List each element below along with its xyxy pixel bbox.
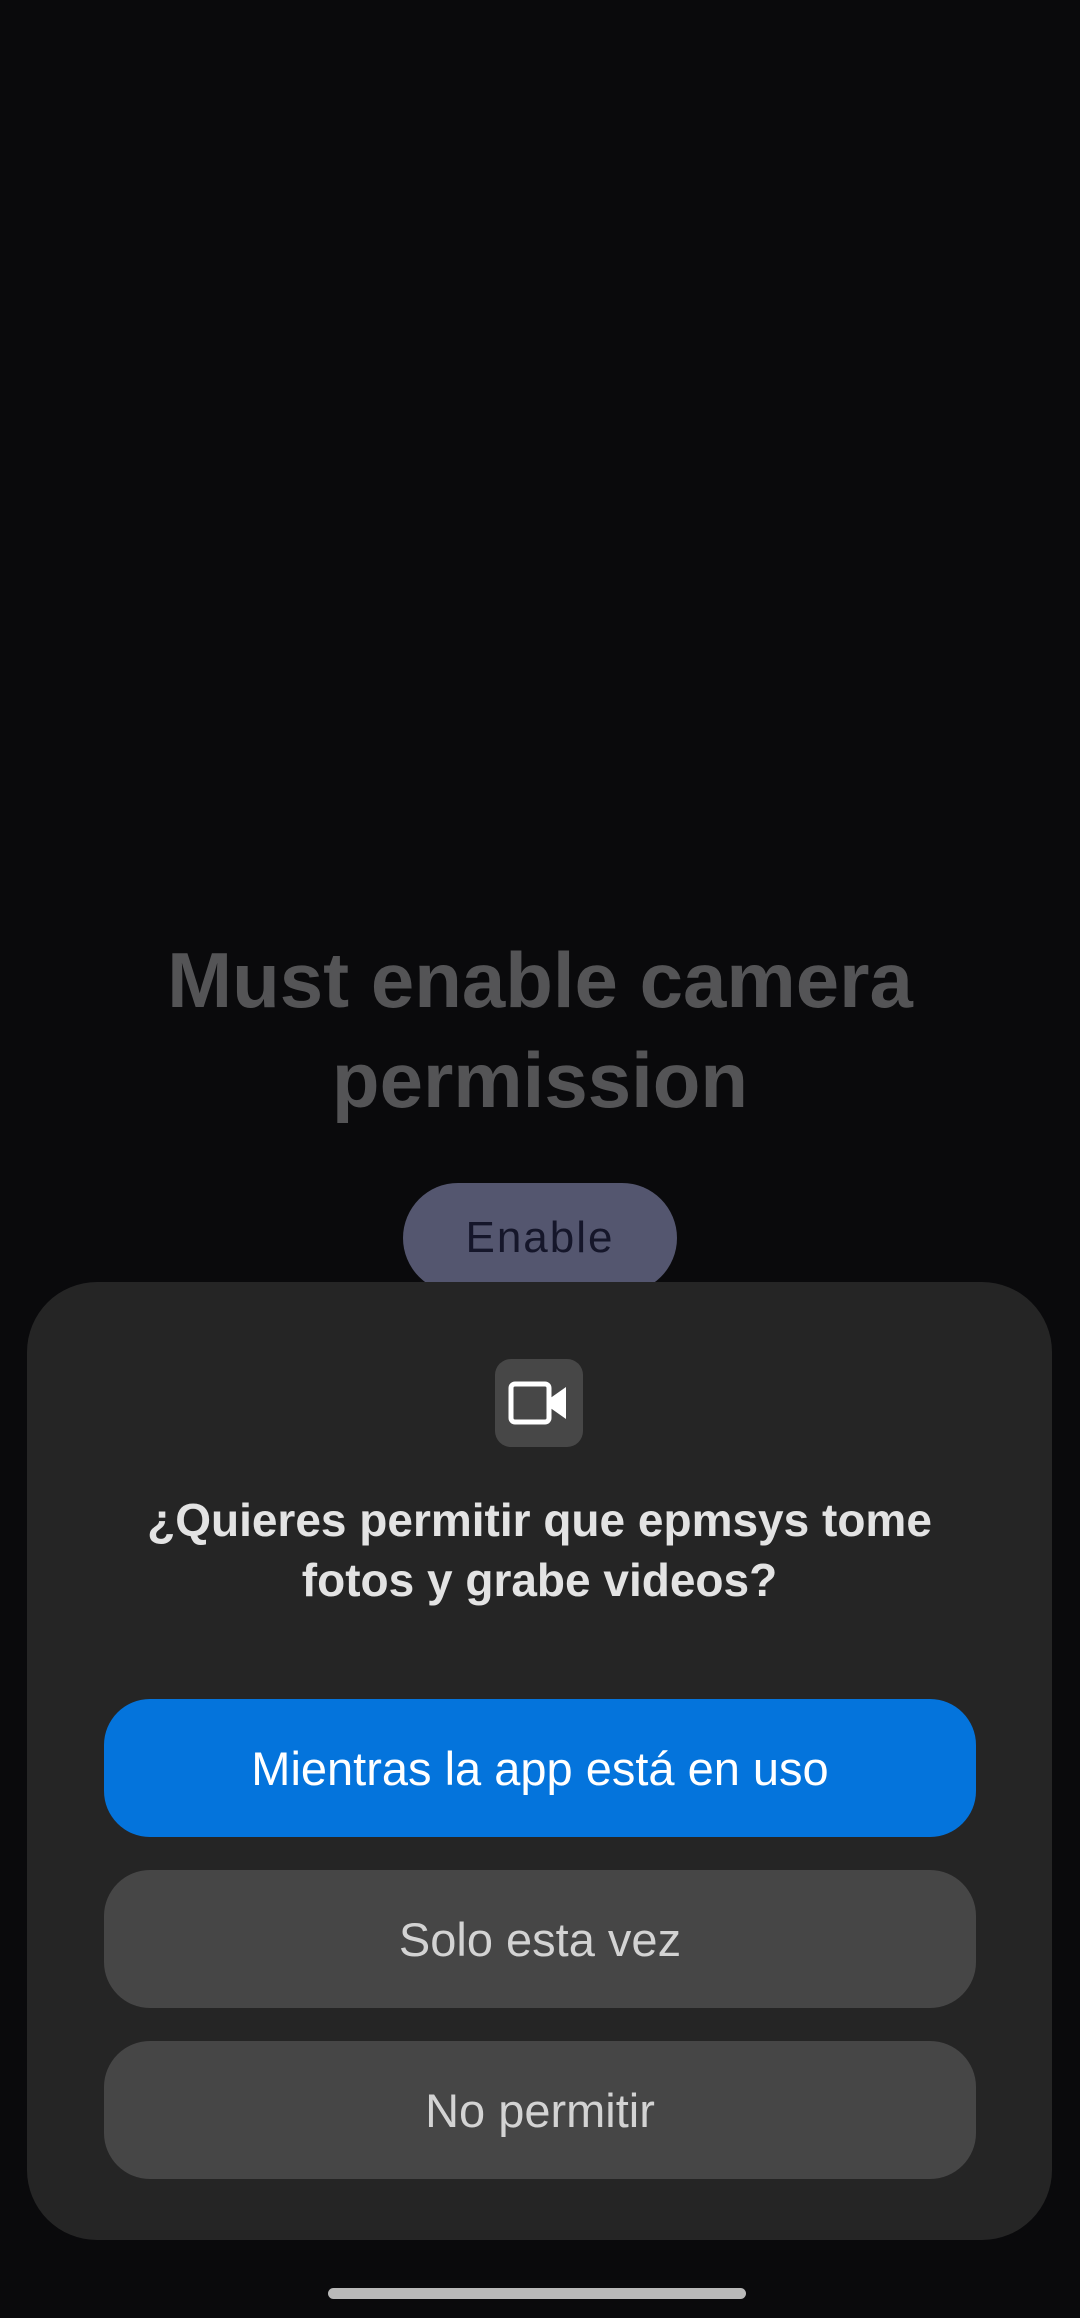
- permission-dialog: ¿Quieres permitir que epmsys tome fotos …: [27, 1282, 1052, 2240]
- enable-button[interactable]: Enable: [403, 1183, 677, 1293]
- home-indicator[interactable]: [328, 2288, 746, 2299]
- screen: Must enable camera permission Enable ¿Qu…: [0, 0, 1080, 2318]
- deny-button[interactable]: No permitir: [104, 2041, 976, 2179]
- permission-message: Must enable camera permission: [167, 936, 913, 1124]
- dialog-title: ¿Quieres permitir que epmsys tome fotos …: [147, 1494, 932, 1606]
- video-camera-icon: [495, 1359, 583, 1447]
- allow-only-this-time-button[interactable]: Solo esta vez: [104, 1870, 976, 2008]
- allow-while-in-use-button[interactable]: Mientras la app está en uso: [104, 1699, 976, 1837]
